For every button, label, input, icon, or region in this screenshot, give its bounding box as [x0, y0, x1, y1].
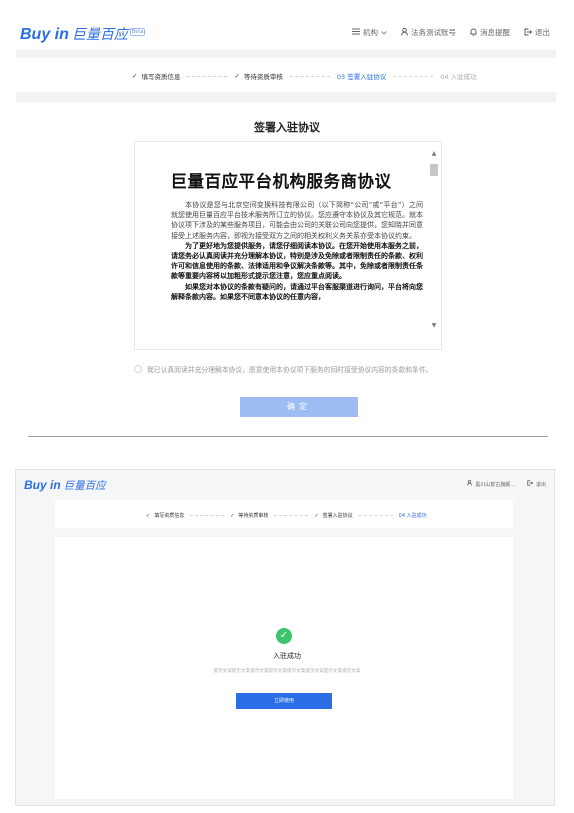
agreement-checkbox-label: 我已认真阅读并充分理解本协议，愿意使用本协议项下服务的同时接受协议内容的条款和条…: [147, 366, 433, 374]
top-nav: 黑川山复古旗舰... 退出: [455, 480, 546, 488]
step-connector: [393, 75, 434, 77]
nav-logout-label: 退出: [535, 481, 546, 488]
step-label: 04 入驻成功: [398, 513, 427, 519]
app-logo[interactable]: Buy in 巨量百应 Beta: [20, 24, 146, 44]
agreement-checkbox[interactable]: [134, 365, 142, 373]
step-qualification-info: ✓ 填写资质信息: [146, 512, 185, 520]
step-qualification-review: ✓ 等待资质审核: [230, 512, 269, 520]
step-label: 等待资质审核: [243, 73, 283, 81]
success-title: 入驻成功: [273, 652, 301, 660]
step-label: 填写资质信息: [154, 513, 185, 519]
app-logo[interactable]: Buy in 巨量百应: [24, 478, 106, 493]
agreement-paragraph: 如果您对本协议的条款有疑问的，请通过平台客服渠道进行询问，平台将向您解释条款内容…: [171, 282, 423, 301]
step-qualification-review: ✓ 等待资质审核: [234, 71, 282, 81]
step-qualification-info: ✓ 填写资质信息: [132, 71, 180, 81]
nav-notifications-label: 消息提醒: [480, 28, 510, 37]
step-success: 04 入驻成功: [440, 71, 476, 81]
top-nav: 机构 法务测试账号 消息提醒 退出: [338, 27, 550, 38]
nav-org-label: 机构: [363, 28, 378, 37]
step-success: 04 入驻成功: [399, 512, 427, 519]
chevron-down-icon: [381, 28, 387, 37]
agreement-heading: 巨量百应平台机构服务商协议: [170, 172, 392, 191]
confirm-button[interactable]: 确定: [240, 397, 358, 417]
check-icon: ✓: [230, 512, 235, 519]
start-using-button[interactable]: 立即使用: [236, 693, 332, 709]
progress-steps: ✓ 填写资质信息 ✓ 等待资质审核 ✓ 签署入驻协议 04 入驻成功: [146, 512, 427, 520]
logo-latin: Buy in: [24, 478, 61, 492]
step-sign-agreement: ✓ 签署入驻协议: [314, 512, 353, 520]
step-connector: [358, 515, 393, 516]
nav-account[interactable]: 黑川山复古旗舰...: [467, 480, 515, 488]
success-hint-text: 提示文案提示文案提示文案提示文案提示文案提示文案提示文案提示文案: [213, 669, 361, 674]
check-icon: ✓: [132, 72, 138, 80]
nav-logout[interactable]: 退出: [524, 27, 550, 38]
beta-badge: Beta: [129, 28, 146, 36]
nav-logout[interactable]: 退出: [527, 480, 546, 488]
progress-steps: ✓ 填写资质信息 ✓ 等待资质审核 03 签署入驻协议 04 入驻成功: [132, 71, 477, 81]
nav-account-label: 黑川山复古旗舰...: [475, 481, 515, 488]
step-connector: [289, 75, 330, 77]
section-divider: [28, 436, 548, 437]
user-icon: [467, 480, 473, 488]
step-label: 填写资质信息: [141, 73, 181, 81]
scrollbar-thumb[interactable]: [430, 164, 438, 176]
agreement-checkbox-row[interactable]: 我已认真阅读并充分理解本协议，愿意使用本协议项下服务的同时接受协议内容的条款和条…: [134, 364, 432, 374]
logo-cn: 巨量百应: [63, 480, 106, 492]
agreement-paragraph: 本协议是您与北京空间变换科技有限公司（以下简称“公司”或“平台”）之间就您使用巨…: [171, 201, 423, 240]
org-icon: [352, 28, 360, 37]
step-label: 03 签署入驻协议: [336, 73, 387, 81]
nav-logout-label: 退出: [535, 28, 550, 37]
scroll-down-arrow-icon[interactable]: ▼: [427, 322, 441, 329]
logo-cn: 巨量百应: [71, 27, 128, 43]
check-icon: ✓: [314, 512, 319, 519]
check-icon: ✓: [146, 512, 151, 519]
step-label: 04 入驻成功: [440, 73, 477, 81]
success-check-icon: ✓: [276, 628, 292, 644]
bell-icon: [470, 28, 477, 38]
page-title: 签署入驻协议: [254, 121, 320, 134]
step-sign-agreement: 03 签署入驻协议: [337, 71, 386, 81]
logo-latin: Buy in: [20, 26, 69, 43]
nav-org-switcher[interactable]: 机构: [352, 27, 387, 38]
agreement-document[interactable]: 巨量百应平台机构服务商协议 本协议是您与北京空间变换科技有限公司（以下简称“公司…: [134, 141, 442, 350]
check-icon: ✓: [234, 72, 240, 80]
step-connector: [274, 515, 309, 516]
nav-notifications[interactable]: 消息提醒: [470, 27, 510, 38]
logout-icon: [527, 480, 534, 488]
step-connector: [190, 515, 225, 516]
logout-icon: [524, 28, 533, 38]
nav-account[interactable]: 法务测试账号: [401, 27, 456, 38]
agreement-scrollbar[interactable]: ▲ ▼: [427, 142, 441, 349]
step-label: 签署入驻协议: [322, 513, 353, 519]
agreement-paragraph: 为了更好地为您提供服务，请您仔细阅读本协议。在您开始使用本服务之前，请您务必认真…: [171, 241, 423, 281]
step-label: 等待资质审核: [238, 513, 269, 519]
user-icon: [401, 27, 408, 38]
scroll-up-arrow-icon[interactable]: ▲: [427, 150, 441, 157]
nav-account-label: 法务测试账号: [411, 28, 456, 37]
step-connector: [187, 75, 228, 77]
agreement-body: 本协议是您与北京空间变换科技有限公司（以下简称“公司”或“平台”）之间就您使用巨…: [171, 200, 423, 302]
